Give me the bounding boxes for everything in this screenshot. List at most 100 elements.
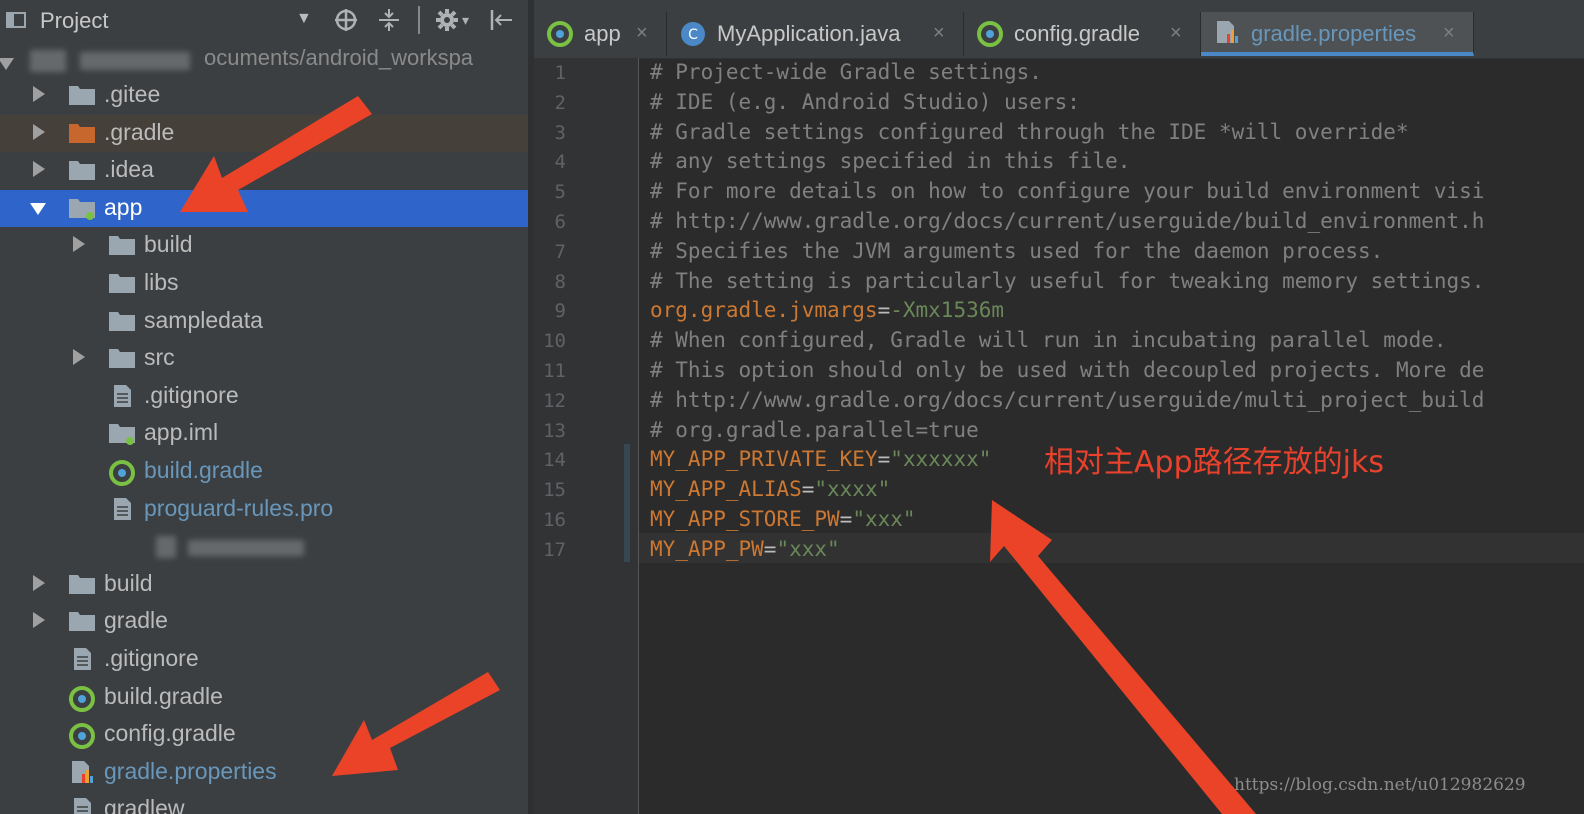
collapsed-arrow-icon[interactable] xyxy=(33,161,45,178)
comment-text: # org.gradle.parallel=true xyxy=(650,417,979,442)
hide-panel-icon[interactable] xyxy=(488,7,514,33)
equals-sign: = xyxy=(763,536,777,561)
root-expand-arrow[interactable] xyxy=(0,58,14,70)
close-icon[interactable]: × xyxy=(636,22,648,45)
property-key: MY_APP_PW xyxy=(650,536,764,561)
properties-file-icon xyxy=(1213,20,1241,48)
folder-icon xyxy=(68,158,96,182)
tree-item-build[interactable]: build xyxy=(0,227,528,264)
file-icon xyxy=(68,797,96,814)
tree-item-label: .idea xyxy=(104,156,154,183)
project-root-path: ocuments/android_workspa xyxy=(204,45,474,70)
tree-item-dot-gitignore[interactable]: .gitignore xyxy=(0,378,528,415)
tab-config-gradle[interactable]: config.gradle × xyxy=(964,12,1201,56)
line-number: 7 xyxy=(554,240,566,263)
line-number: 9 xyxy=(554,300,566,323)
tree-item-dot-gitignore[interactable]: .gitignore xyxy=(0,641,528,678)
folder-icon xyxy=(68,609,96,633)
property-value: "xxx" xyxy=(852,507,916,531)
tree-item-label: gradlew xyxy=(104,795,185,814)
chevron-down-icon[interactable]: ▼ xyxy=(296,10,312,28)
code-line: MY_APP_PRIVATE_KEY="xxxxxx" xyxy=(650,447,991,471)
code-line: MY_APP_STORE_PW="xxx" xyxy=(650,507,916,531)
tree-item-label: libs xyxy=(144,269,179,295)
comment-text: # IDE (e.g. Android Studio) users: xyxy=(650,89,1080,114)
code-line: # The setting is particularly useful for… xyxy=(650,269,1484,293)
tree-item-app-iml[interactable]: app.iml xyxy=(0,415,528,452)
tab-app[interactable]: app × xyxy=(534,12,667,56)
redacted-icon xyxy=(30,50,66,72)
redacted-text xyxy=(188,540,304,557)
tree-item-libs[interactable]: libs xyxy=(0,265,528,302)
tree-item-label: build.gradle xyxy=(104,682,223,709)
project-panel-header: Project ▼ ▾ xyxy=(0,0,528,38)
tab-myapplication-java[interactable]: C MyApplication.java × xyxy=(667,12,964,56)
line-number: 17 xyxy=(543,538,566,561)
collapse-all-icon[interactable] xyxy=(376,7,402,33)
tree-item-app[interactable]: app xyxy=(0,189,528,227)
gear-dropdown-icon[interactable]: ▾ xyxy=(462,12,469,29)
module-folder-icon xyxy=(68,196,96,220)
iml-file-icon xyxy=(108,421,136,446)
close-icon[interactable]: × xyxy=(1443,22,1455,45)
collapsed-arrow-icon[interactable] xyxy=(33,86,45,102)
property-key: MY_APP_PRIVATE_KEY xyxy=(650,447,878,472)
gradle-icon xyxy=(546,20,574,48)
close-icon[interactable]: × xyxy=(933,22,945,45)
vcs-change-marker[interactable] xyxy=(624,444,630,562)
project-tool-window: Project ▼ ▾ ocuments/android_workspa .gi… xyxy=(0,0,528,814)
property-value: -Xmx1536m xyxy=(890,298,1005,323)
tree-item-label: build xyxy=(104,569,153,596)
tree-item-label: gradle xyxy=(104,607,168,634)
line-number: 3 xyxy=(554,121,566,144)
code-line: # This option should only be used with d… xyxy=(650,358,1484,382)
tree-item-label: .gitee xyxy=(104,81,161,107)
collapsed-arrow-icon[interactable] xyxy=(33,123,45,140)
redacted-text xyxy=(80,52,190,70)
folder-icon xyxy=(108,346,136,370)
line-number: 12 xyxy=(543,389,566,412)
line-number: 14 xyxy=(543,449,566,472)
file-icon xyxy=(68,647,96,671)
collapsed-arrow-icon[interactable] xyxy=(73,349,85,366)
locate-icon[interactable] xyxy=(333,7,359,33)
tree-item-src[interactable]: src xyxy=(0,340,528,377)
tree-item-config-gradle[interactable]: config.gradle xyxy=(0,716,528,753)
folder-icon xyxy=(108,309,136,333)
code-line: # org.gradle.parallel=true xyxy=(650,418,979,442)
project-view-selector[interactable]: Project xyxy=(40,8,108,34)
tree-item-redacted[interactable] xyxy=(0,528,528,565)
redacted-icon xyxy=(156,536,176,559)
tab-label: config.gradle xyxy=(1014,21,1140,46)
tree-item-build-gradle[interactable]: build.gradle xyxy=(0,453,528,490)
line-number-gutter: 1 2 3 4 5 6 7 8 9 10 11 12 13 14 15 16 17 xyxy=(534,58,638,814)
collapsed-arrow-icon[interactable] xyxy=(73,236,85,253)
tab-gradle-properties[interactable]: gradle.properties × xyxy=(1201,12,1474,56)
line-number: 6 xyxy=(554,211,566,233)
tree-item-gradle[interactable]: gradle xyxy=(0,603,528,640)
line-number: 11 xyxy=(543,360,566,382)
tree-item-label: .gitignore xyxy=(104,645,199,671)
equals-sign: = xyxy=(877,298,891,323)
tree-item-label: gradle.properties xyxy=(104,757,277,784)
property-value: "xxxxxx" xyxy=(890,447,992,472)
line-number: 2 xyxy=(554,91,566,114)
collapsed-arrow-icon[interactable] xyxy=(33,612,45,629)
tree-item-dot-gitee[interactable]: .gitee xyxy=(0,77,528,114)
tree-item-build[interactable]: build xyxy=(0,566,528,603)
property-key: MY_APP_STORE_PW xyxy=(650,507,840,531)
expanded-arrow-icon[interactable] xyxy=(30,202,46,215)
watermark: https://blog.csdn.net/u012982629 xyxy=(1234,775,1526,795)
close-icon[interactable]: × xyxy=(1170,22,1182,45)
tree-item-proguard-rules-pro[interactable]: proguard-rules.pro xyxy=(0,491,528,528)
gear-icon[interactable] xyxy=(434,7,460,33)
tree-item-dot-gradle[interactable]: .gradle xyxy=(0,114,528,152)
tree-item-gradlew[interactable]: gradlew xyxy=(0,791,528,814)
tree-item-gradle-properties[interactable]: gradle.properties xyxy=(0,754,528,791)
collapsed-arrow-icon[interactable] xyxy=(33,574,45,591)
tree-item-sampledata[interactable]: sampledata xyxy=(0,303,528,340)
tree-item-build-gradle[interactable]: build.gradle xyxy=(0,679,528,716)
tree-item-dot-idea[interactable]: .idea xyxy=(0,152,528,189)
annotation-text: 相对主App路径存放的jks xyxy=(1044,445,1384,480)
code-line: # For more details on how to configure y… xyxy=(650,179,1484,203)
